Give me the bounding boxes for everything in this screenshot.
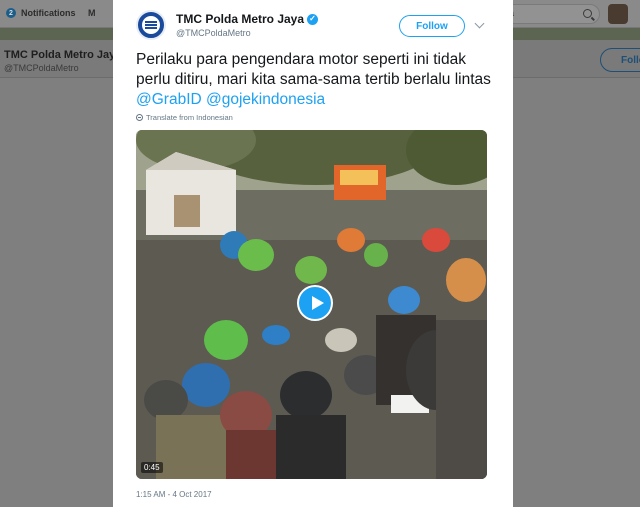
translate-label: Translate from Indonesian — [146, 113, 233, 122]
translate-link[interactable]: Translate from Indonesian — [136, 113, 233, 122]
tweet-modal: TMC Polda Metro Jaya ✓ @TMCPoldaMetro Fo… — [113, 0, 513, 507]
video-player[interactable]: 0:45 — [136, 130, 487, 479]
user-avatar[interactable] — [608, 4, 628, 24]
author-name-text: TMC Polda Metro Jaya — [176, 12, 305, 26]
play-icon[interactable] — [297, 285, 333, 321]
tweet-text: Perilaku para pengendara motor seperti i… — [136, 50, 496, 110]
tweet-text-body: Perilaku para pengendara motor seperti i… — [136, 51, 491, 88]
globe-icon — [136, 114, 143, 121]
tweet-timestamp[interactable]: 1:15 AM - 4 Oct 2017 — [136, 490, 212, 499]
notifications-badge: 2 — [6, 8, 16, 18]
mention-gojek[interactable]: @gojekindonesia — [206, 91, 325, 108]
profile-handle: @TMCPoldaMetro — [4, 63, 79, 73]
search-icon[interactable] — [583, 9, 592, 18]
chevron-down-icon[interactable] — [474, 18, 485, 29]
mention-grabid[interactable]: @GrabID — [136, 91, 202, 108]
tweet-header: TMC Polda Metro Jaya ✓ @TMCPoldaMetro Fo… — [113, 0, 513, 44]
verified-icon: ✓ — [307, 13, 319, 25]
messages-icon: M — [88, 8, 96, 18]
follow-button[interactable]: Follow — [399, 15, 465, 37]
profile-name: TMC Polda Metro Jaya — [4, 49, 122, 61]
nav-messages[interactable]: M — [88, 8, 96, 18]
author-logo — [142, 16, 160, 34]
nav-notifications-label: Notifications — [21, 8, 76, 18]
nav-notifications[interactable]: 2 Notifications — [6, 8, 76, 18]
search-input[interactable]: a — [498, 4, 600, 24]
video-duration: 0:45 — [141, 462, 163, 473]
author-name[interactable]: TMC Polda Metro Jaya ✓ — [176, 12, 319, 26]
author-handle[interactable]: @TMCPoldaMetro — [176, 28, 251, 38]
profile-follow-button[interactable]: Follo — [600, 48, 640, 72]
author-avatar[interactable] — [136, 10, 166, 40]
